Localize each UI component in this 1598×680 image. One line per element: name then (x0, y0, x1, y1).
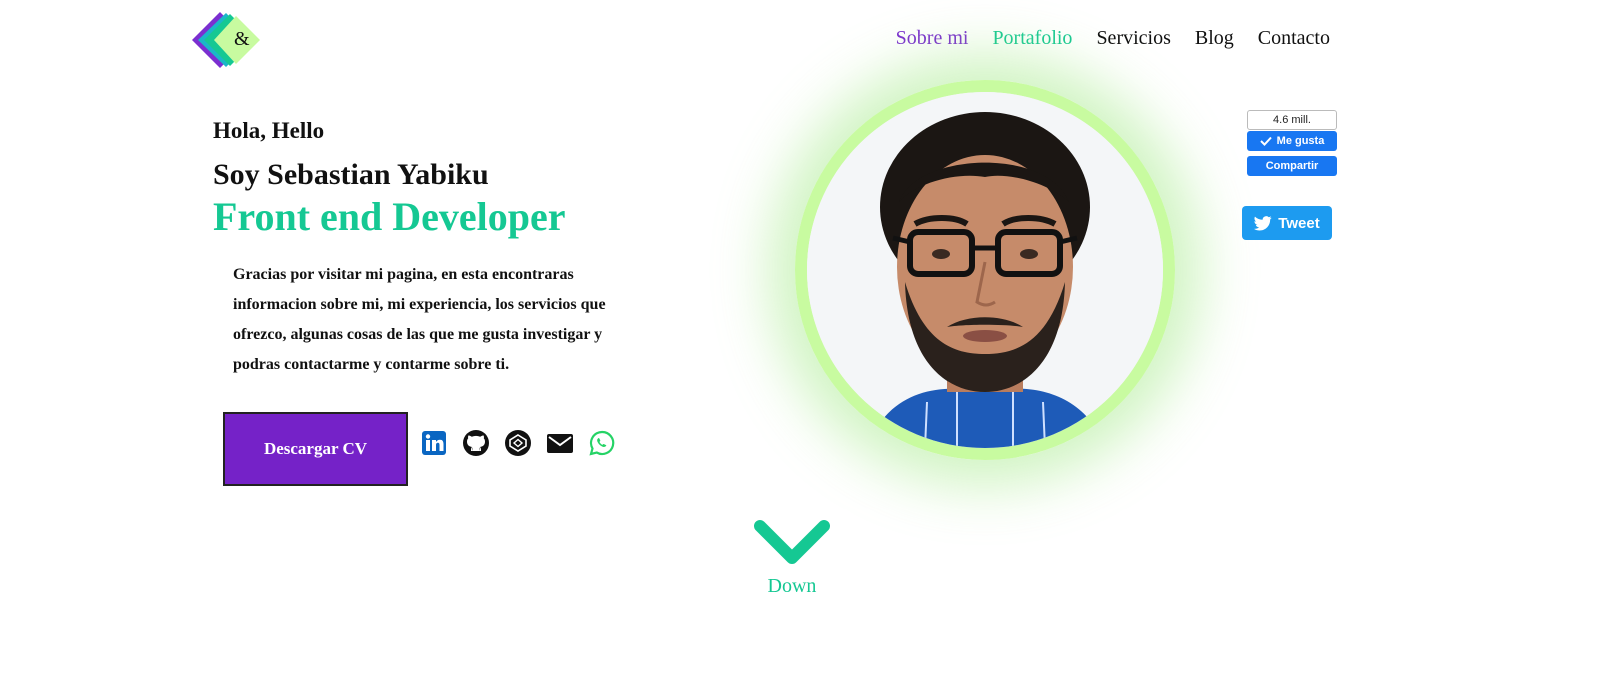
nav-contacto[interactable]: Contacto (1258, 27, 1330, 50)
download-cv-button[interactable]: Descargar CV (223, 412, 408, 486)
twitter-bird-icon (1254, 215, 1272, 230)
whatsapp-icon[interactable] (587, 428, 617, 458)
hero-name: Soy Sebastian Yabiku (213, 158, 489, 191)
codepen-icon[interactable] (503, 428, 533, 458)
github-icon[interactable] (461, 428, 491, 458)
nav-blog[interactable]: Blog (1195, 27, 1234, 50)
facebook-like-count: 4.6 mill. (1247, 110, 1337, 130)
nav-servicios[interactable]: Servicios (1096, 27, 1170, 50)
tweet-label: Tweet (1278, 214, 1320, 232)
logo-text: & (234, 28, 250, 50)
portrait-illustration (807, 92, 1163, 448)
facebook-like-button[interactable]: Me gusta (1247, 131, 1337, 151)
check-icon (1259, 136, 1272, 146)
hero-greeting: Hola, Hello (213, 118, 325, 143)
email-icon[interactable] (545, 428, 575, 458)
profile-photo (795, 80, 1175, 460)
social-links (419, 428, 617, 458)
main-nav: Sobre mi Portafolio Servicios Blog Conta… (896, 27, 1330, 50)
scroll-down[interactable]: Down (754, 520, 830, 598)
facebook-like-label: Me gusta (1276, 135, 1325, 147)
site-logo[interactable]: & (192, 10, 272, 70)
logo-diamond-icon (192, 12, 260, 68)
nav-portafolio[interactable]: Portafolio (992, 27, 1072, 50)
hero-intro: Gracias por visitar mi pagina, en esta e… (233, 266, 606, 373)
scroll-down-label: Down (767, 575, 817, 597)
chevron-down-icon (754, 520, 830, 564)
tweet-button[interactable]: Tweet (1242, 206, 1332, 240)
facebook-widget: 4.6 mill. Me gusta Compartir (1247, 110, 1337, 176)
facebook-share-button[interactable]: Compartir (1247, 156, 1337, 176)
hero-role: Front end Developer (213, 194, 566, 239)
nav-sobre-mi[interactable]: Sobre mi (896, 27, 969, 50)
linkedin-icon[interactable] (419, 428, 449, 458)
